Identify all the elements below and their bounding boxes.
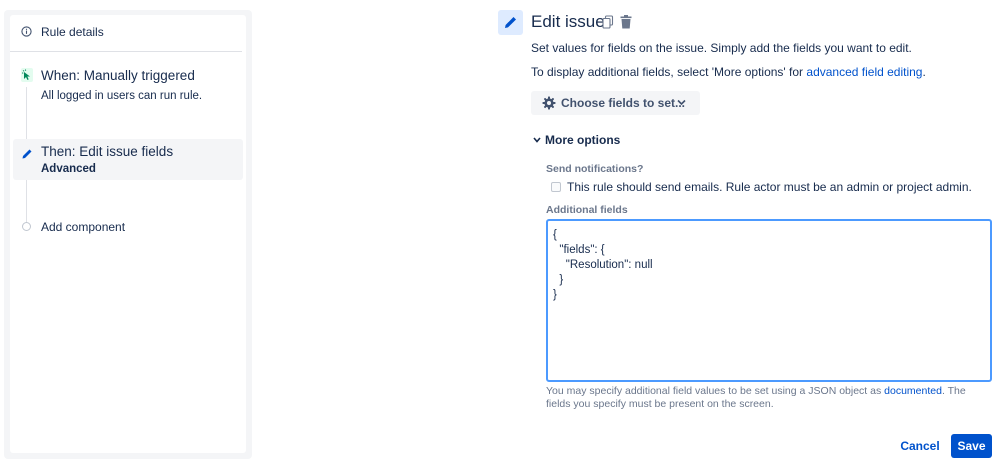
send-notifications-label: Send notifications? xyxy=(546,163,644,175)
choose-fields-button[interactable]: Choose fields to set... xyxy=(531,91,700,115)
additional-fields-help: You may specify additional field values … xyxy=(546,385,986,411)
action-subtitle: Advanced xyxy=(41,163,96,175)
trash-icon[interactable] xyxy=(620,15,632,29)
advanced-note-text: To display additional fields, select 'Mo… xyxy=(531,65,807,79)
rule-details-item[interactable]: Rule details xyxy=(10,15,242,52)
advanced-field-editing-link[interactable]: advanced field editing xyxy=(806,65,922,79)
cursor-click-icon xyxy=(21,68,33,82)
rule-details-label: Rule details xyxy=(41,25,104,39)
edit-issue-icon xyxy=(498,10,523,35)
advanced-editing-note: To display additional fields, select 'Mo… xyxy=(531,65,926,79)
copy-icon[interactable] xyxy=(602,15,614,29)
gear-icon xyxy=(542,96,556,110)
advanced-note-end: . xyxy=(922,65,926,79)
add-component-dot xyxy=(22,222,31,231)
send-emails-checkbox-label[interactable]: This rule should send emails. Rule actor… xyxy=(567,180,972,194)
action-item-edit-issue[interactable]: Then: Edit issue fields Advanced xyxy=(13,139,243,180)
action-title: Then: Edit issue fields xyxy=(41,144,174,159)
more-options-label: More options xyxy=(545,133,621,147)
additional-fields-textarea[interactable]: { "fields": { "Resolution": null } } xyxy=(546,219,992,382)
documented-link[interactable]: documented xyxy=(884,385,942,397)
trigger-subtitle: All logged in users can run rule. xyxy=(41,90,203,102)
page-title: Edit issue xyxy=(531,12,605,31)
add-component-label: Add component xyxy=(41,220,126,234)
info-icon xyxy=(21,26,32,37)
save-button[interactable]: Save xyxy=(951,434,992,458)
cancel-button[interactable]: Cancel xyxy=(897,434,943,458)
additional-fields-label: Additional fields xyxy=(546,204,628,216)
chevron-down-icon xyxy=(677,99,686,106)
additional-fields-value[interactable]: { "fields": { "Resolution": null } } xyxy=(553,228,653,303)
pencil-icon xyxy=(22,149,32,159)
chevron-down-icon xyxy=(533,137,541,143)
choose-fields-label: Choose fields to set... xyxy=(561,96,686,110)
send-emails-checkbox[interactable] xyxy=(551,182,561,192)
rule-sidebar: Rule details When: Manually triggered Al… xyxy=(10,15,246,453)
help-text: You may specify additional field values … xyxy=(546,385,885,397)
trigger-title: When: Manually triggered xyxy=(41,68,195,83)
edit-description: Set values for fields on the issue. Simp… xyxy=(531,41,912,55)
